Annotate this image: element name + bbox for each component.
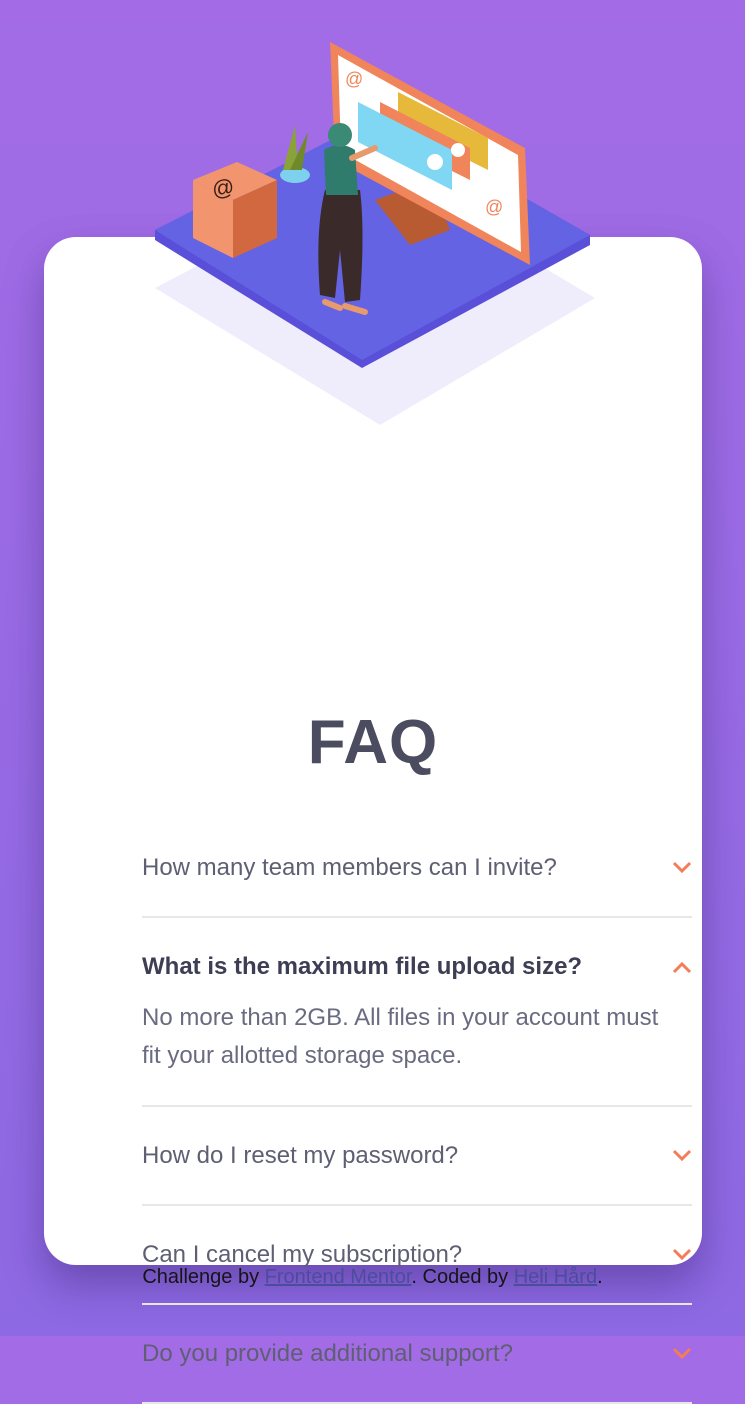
- attribution-footer: Challenge by Frontend Mentor. Coded by H…: [0, 1266, 745, 1289]
- faq-item: Do you provide additional support?: [142, 1305, 692, 1404]
- faq-question-text: Do you provide additional support?: [142, 1339, 513, 1367]
- faq-item: Can I cancel my subscription?: [142, 1206, 692, 1305]
- faq-item: How do I reset my password?: [142, 1107, 692, 1206]
- faq-answer-text: No more than 2GB. All files in your acco…: [142, 1004, 659, 1069]
- woman-online-illustration: @ @ @: [155, 42, 595, 425]
- frontend-mentor-link[interactable]: Frontend Mentor: [265, 1266, 412, 1288]
- faq-list: How many team members can I invite? What…: [142, 819, 692, 1404]
- faq-question-text: Can I cancel my subscription?: [142, 1240, 463, 1268]
- faq-question-button[interactable]: How do I reset my password?: [142, 1107, 692, 1204]
- chevron-up-icon: [672, 961, 692, 973]
- faq-question-text: How do I reset my password?: [142, 1141, 459, 1169]
- svg-text:@: @: [485, 197, 503, 217]
- footer-middle: . Coded by: [411, 1266, 514, 1288]
- footer-suffix: .: [597, 1266, 603, 1288]
- faq-item: What is the maximum file upload size? No…: [142, 918, 692, 1107]
- chevron-down-icon: [672, 1347, 692, 1359]
- author-link[interactable]: Heli Hård: [514, 1266, 597, 1288]
- chevron-down-icon: [672, 1248, 692, 1260]
- chevron-down-icon: [672, 861, 692, 873]
- faq-question-button[interactable]: How many team members can I invite?: [142, 819, 692, 916]
- faq-question-button[interactable]: Do you provide additional support?: [142, 1305, 692, 1402]
- page-title: FAQ: [307, 708, 439, 777]
- chevron-down-icon: [672, 1149, 692, 1161]
- faq-question-text: How many team members can I invite?: [142, 853, 557, 881]
- faq-question-text: What is the maximum file upload size?: [142, 952, 583, 980]
- svg-text:@: @: [345, 69, 363, 89]
- faq-item: How many team members can I invite?: [142, 819, 692, 918]
- footer-prefix: Challenge by: [142, 1266, 265, 1288]
- svg-text:@: @: [210, 174, 236, 203]
